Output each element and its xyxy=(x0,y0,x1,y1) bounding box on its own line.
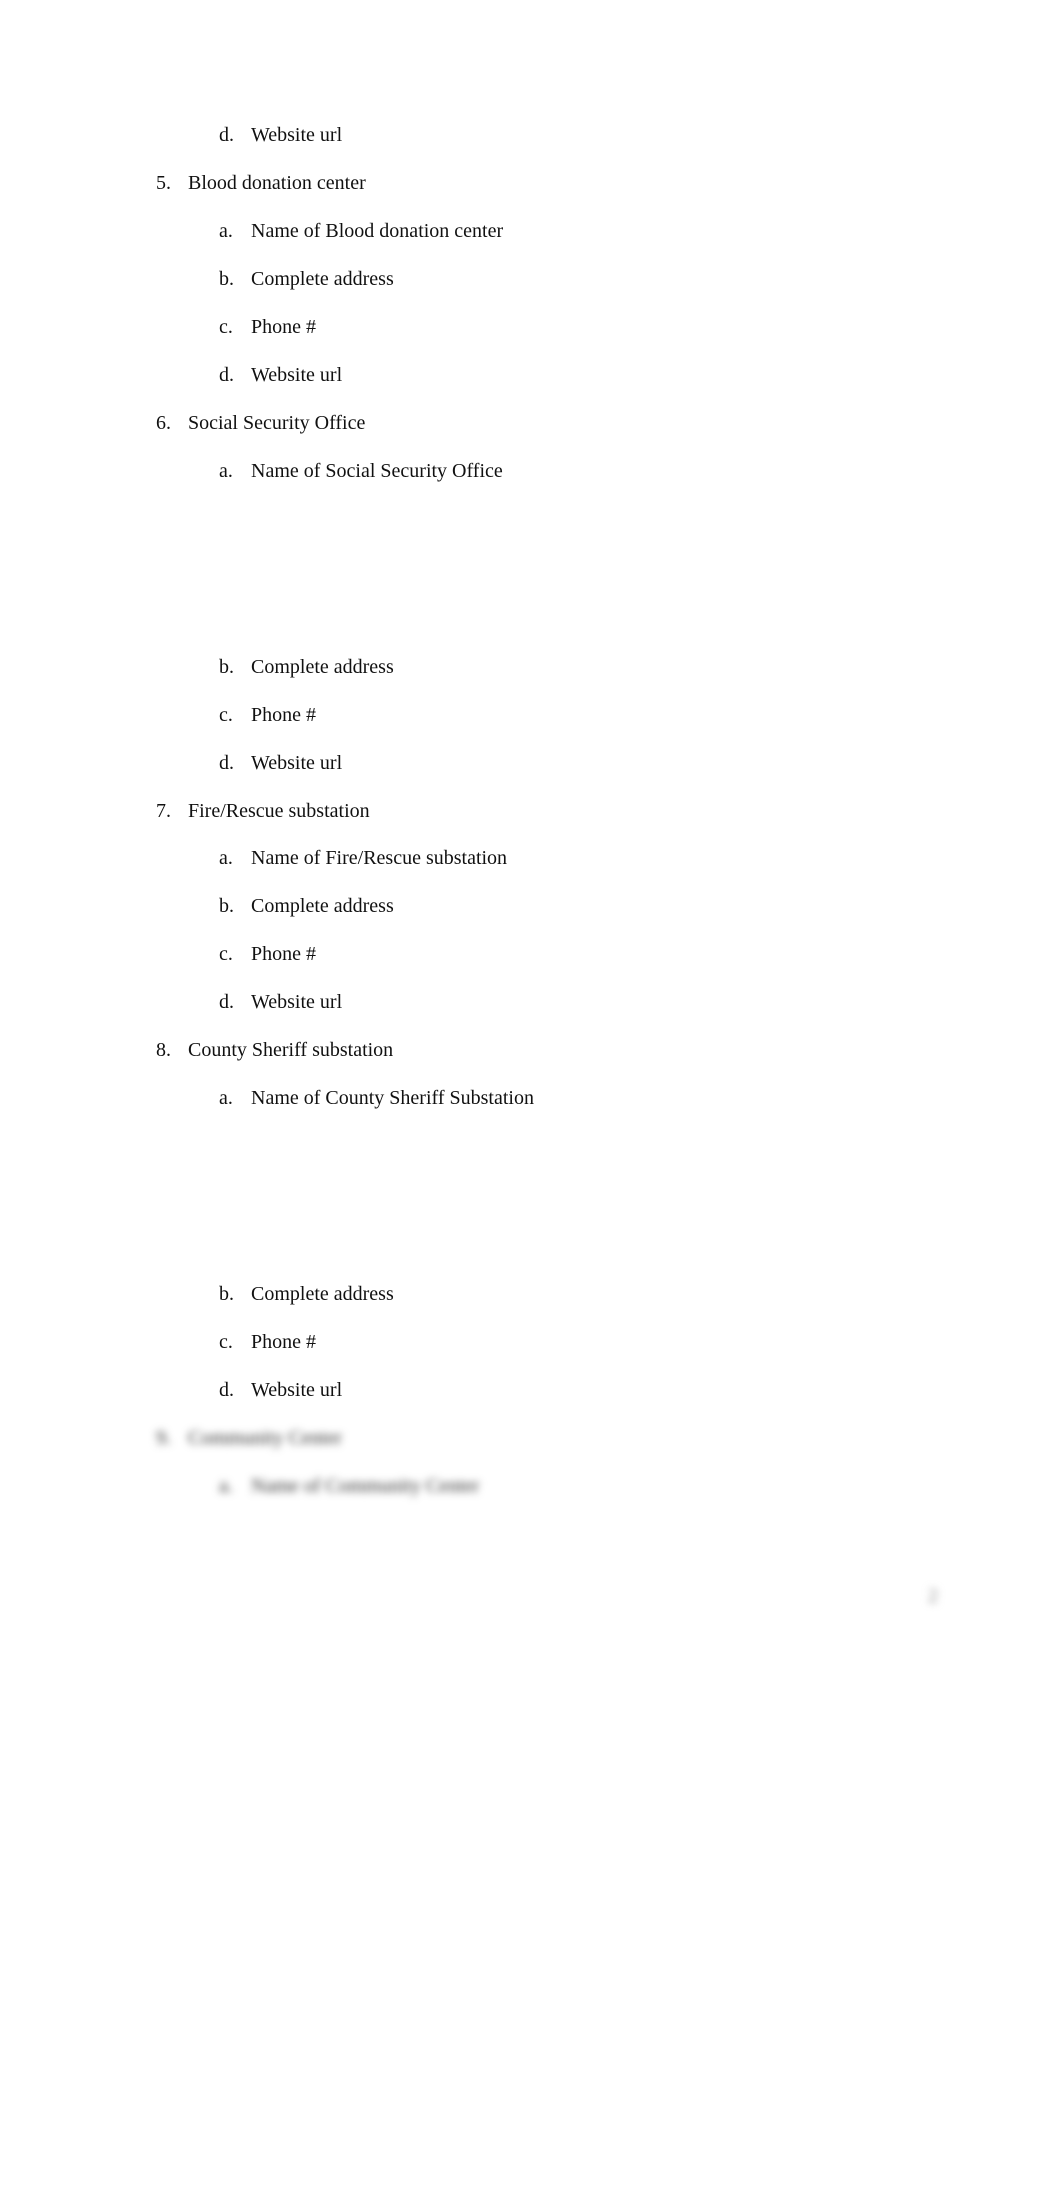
item-marker: d. xyxy=(219,124,234,146)
item-text: Website url xyxy=(251,1379,343,1401)
item-marker: 5. xyxy=(156,172,171,194)
item-text: Name of County Sheriff Substation xyxy=(251,1087,534,1109)
item-text: Name of Blood donation center xyxy=(251,220,504,242)
item-text: Community Center xyxy=(188,1427,342,1449)
item-marker: 9. xyxy=(156,1427,171,1449)
item-marker: d. xyxy=(219,1379,234,1401)
item-text: Website url xyxy=(251,124,343,146)
item-text: Phone # xyxy=(251,943,316,965)
item-marker: b. xyxy=(219,268,234,290)
page-number: 2 xyxy=(928,1585,938,1607)
item-text: Complete address xyxy=(251,1283,394,1305)
item-marker: d. xyxy=(219,752,234,774)
item-marker: b. xyxy=(219,1283,234,1305)
item-marker: c. xyxy=(219,316,233,338)
item-marker: a. xyxy=(219,1475,233,1497)
item-marker: a. xyxy=(219,1087,233,1109)
item-text: Fire/Rescue substation xyxy=(188,800,370,822)
item-text: Website url xyxy=(251,991,343,1013)
item-marker: c. xyxy=(219,943,233,965)
item-marker: a. xyxy=(219,220,233,242)
item-text: Name of Fire/Rescue substation xyxy=(251,847,508,869)
item-marker: a. xyxy=(219,460,233,482)
item-text: Phone # xyxy=(251,704,316,726)
item-marker: c. xyxy=(219,1331,233,1353)
item-text: Phone # xyxy=(251,316,316,338)
item-marker: 8. xyxy=(156,1039,171,1061)
item-marker: d. xyxy=(219,991,234,1013)
item-text: Complete address xyxy=(251,268,394,290)
item-marker: 6. xyxy=(156,412,171,434)
item-marker: b. xyxy=(219,656,234,678)
item-text: Website url xyxy=(251,752,343,774)
item-text: Phone # xyxy=(251,1331,316,1353)
item-text: Complete address xyxy=(251,895,394,917)
item-marker: b. xyxy=(219,895,234,917)
item-text: Social Security Office xyxy=(188,412,366,434)
item-text: Website url xyxy=(251,364,343,386)
item-text: Blood donation center xyxy=(188,172,366,194)
item-text: County Sheriff substation xyxy=(188,1039,394,1061)
item-text: Complete address xyxy=(251,656,394,678)
item-text: Name of Community Center xyxy=(251,1475,480,1497)
item-marker: 7. xyxy=(156,800,171,822)
item-marker: c. xyxy=(219,704,233,726)
item-text: Name of Social Security Office xyxy=(251,460,503,482)
item-marker: a. xyxy=(219,847,233,869)
item-marker: d. xyxy=(219,364,234,386)
